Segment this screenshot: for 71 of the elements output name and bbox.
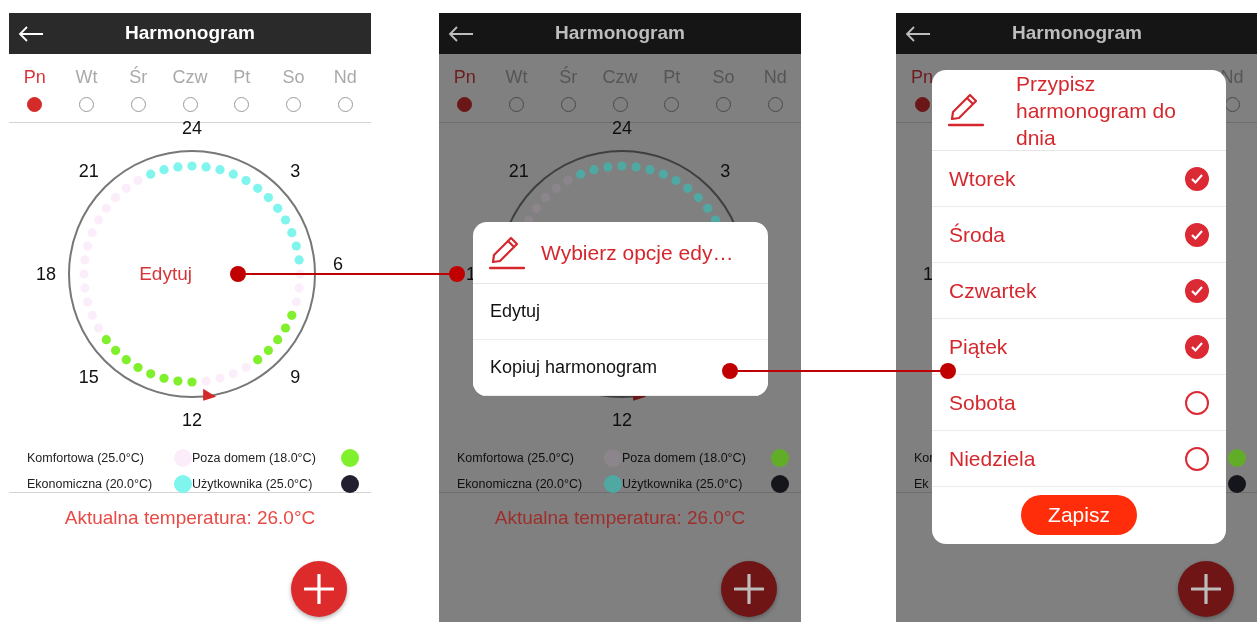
day-option: Czwartek: [949, 274, 1037, 307]
plus-icon: [304, 574, 334, 604]
time-marker-icon: [203, 388, 217, 401]
legend-label: Komfortowa (25.0°C): [457, 449, 574, 467]
check-icon: [1190, 172, 1204, 185]
day-option: Wtorek: [949, 162, 1016, 195]
day-radio[interactable]: [914, 97, 930, 112]
screen-title: Harmonogram: [1012, 22, 1142, 44]
hour-label: 18: [36, 264, 57, 284]
current-temperature: Aktualna temperatura: 26.0°C: [63, 506, 317, 530]
day-tab[interactable]: Pt: [233, 65, 251, 89]
day-tab[interactable]: Wt: [75, 65, 98, 89]
day-tab[interactable]: Nd: [333, 65, 357, 89]
add-button[interactable]: [291, 561, 347, 617]
add-button[interactable]: [721, 561, 777, 617]
legend-label: Komfortowa (25.0°C): [27, 449, 144, 467]
current-temperature: Aktualna temperatura: 26.0°C: [493, 506, 747, 530]
save-button[interactable]: Zapisz: [1021, 495, 1137, 535]
day-option: Piątek: [949, 330, 1008, 363]
hour-label: 21: [78, 160, 99, 181]
day-option: Sobota: [949, 386, 1016, 419]
day-radio[interactable]: [457, 97, 473, 112]
plus-icon: [734, 574, 764, 604]
legend-label: Ek: [914, 475, 929, 493]
screen-title: Harmonogram: [125, 22, 255, 44]
legend-label: Użytkownika (25.0°C): [622, 475, 743, 493]
hour-label: 1: [923, 264, 933, 284]
screen-title: Harmonogram: [555, 22, 685, 44]
day-option: Środa: [949, 218, 1006, 251]
day-radio[interactable]: [27, 97, 43, 112]
checkbox[interactable]: [1185, 222, 1209, 247]
plus-icon: [1191, 574, 1221, 604]
legend-label: Użytkownika (25.0°C): [192, 475, 313, 493]
checkbox[interactable]: [1185, 334, 1209, 359]
hour-label: 15: [78, 367, 99, 388]
day-tab[interactable]: Śr: [129, 65, 148, 89]
back-arrow-icon[interactable]: [905, 25, 931, 42]
day-tab[interactable]: Pn: [23, 65, 46, 89]
checkbox[interactable]: [1185, 166, 1209, 191]
legend-label: Kor: [914, 449, 934, 467]
hour-label: 3: [720, 160, 731, 181]
dialog-title: Przypisz harmonogram do dnia: [1016, 70, 1177, 151]
day-tab[interactable]: So: [282, 65, 305, 89]
legend-label: Ekonomiczna (20.0°C): [457, 475, 583, 493]
legend-label: Poza domem (18.0°C): [192, 449, 316, 467]
edit-link[interactable]: Edytuj: [139, 259, 192, 289]
hour-label: 12: [182, 410, 202, 430]
legend-label: Poza domem (18.0°C): [622, 449, 746, 467]
checkbox[interactable]: [1185, 446, 1209, 471]
hour-label: 6: [333, 254, 343, 274]
checkbox[interactable]: [1185, 278, 1209, 303]
day-tab[interactable]: Czw: [172, 65, 208, 89]
pencil-icon: [489, 234, 525, 271]
checkbox[interactable]: [1185, 390, 1209, 415]
day-option: Niedziela: [949, 442, 1036, 475]
hour-label: 9: [290, 367, 301, 388]
hour-label: 24: [182, 118, 202, 138]
legend-label: Ekonomiczna (20.0°C): [27, 475, 153, 493]
hour-label: 3: [290, 160, 301, 181]
add-button[interactable]: [1178, 561, 1234, 617]
day-tab[interactable]: Pn: [453, 65, 476, 89]
day-tab[interactable]: Pn: [911, 65, 933, 89]
check-icon: [1190, 284, 1204, 297]
pencil-icon: [948, 92, 984, 128]
hour-label: 24: [612, 118, 632, 138]
dialog-title: Wybierz opcje edy…: [541, 240, 734, 266]
hour-label: 21: [508, 160, 529, 181]
check-icon: [1190, 340, 1204, 353]
hour-label: 12: [612, 410, 632, 430]
back-arrow-icon[interactable]: [448, 25, 474, 42]
check-icon: [1190, 228, 1204, 241]
